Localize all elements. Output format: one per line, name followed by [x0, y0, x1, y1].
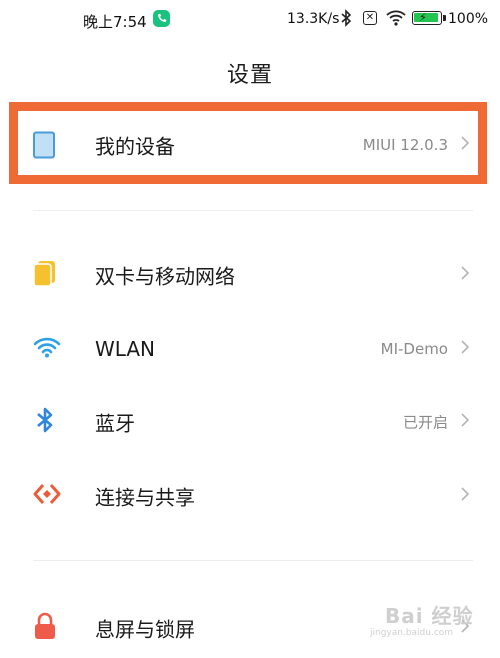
- settings-item-bluetooth[interactable]: 蓝牙 已开启: [0, 392, 500, 452]
- wifi-icon: [386, 9, 406, 30]
- bluetooth-icon: [340, 9, 352, 31]
- settings-item-label: 蓝牙: [95, 411, 135, 436]
- status-bar: 晚上7:54 13.3K/s ✕ ⚡ 100%: [0, 0, 500, 38]
- lock-icon: [33, 612, 57, 644]
- phone-call-icon: [153, 10, 170, 27]
- highlight-box: [9, 102, 487, 184]
- chevron-right-icon: [460, 412, 470, 432]
- network-speed: 13.3K/s: [287, 11, 340, 27]
- settings-item-label: 双卡与移动网络: [95, 264, 235, 289]
- page-title: 设置: [226, 63, 273, 88]
- battery-percentage: 100%: [448, 11, 489, 27]
- settings-item-dual-sim[interactable]: 双卡与移动网络: [0, 245, 500, 305]
- watermark-url: jingyan.baidu.com: [370, 628, 454, 638]
- divider: [33, 560, 473, 561]
- battery-tip: [443, 15, 446, 21]
- chevron-right-icon: [460, 486, 470, 506]
- settings-item-wlan[interactable]: WLAN MI-Demo: [0, 319, 500, 379]
- settings-item-label: WLAN: [95, 337, 156, 361]
- settings-item-value: 已开启: [402, 413, 448, 432]
- sim-disabled-icon: ✕: [363, 11, 377, 25]
- settings-item-value: MI-Demo: [380, 340, 448, 358]
- wifi-icon: [33, 336, 61, 362]
- settings-item-connection-sharing[interactable]: 连接与共享: [0, 466, 500, 526]
- status-time: 晚上7:54: [83, 13, 147, 31]
- chevron-right-icon: [460, 265, 470, 285]
- settings-item-label: 连接与共享: [95, 485, 195, 510]
- settings-item-label: 息屏与锁屏: [95, 617, 195, 642]
- sim-card-icon: [33, 259, 57, 291]
- chevron-right-icon: [460, 339, 470, 359]
- connection-share-icon: [33, 482, 61, 510]
- divider: [33, 210, 473, 211]
- bluetooth-icon: [33, 405, 57, 439]
- battery-charging-icon: ⚡: [412, 11, 442, 25]
- watermark-text: Bai 经验: [385, 604, 474, 628]
